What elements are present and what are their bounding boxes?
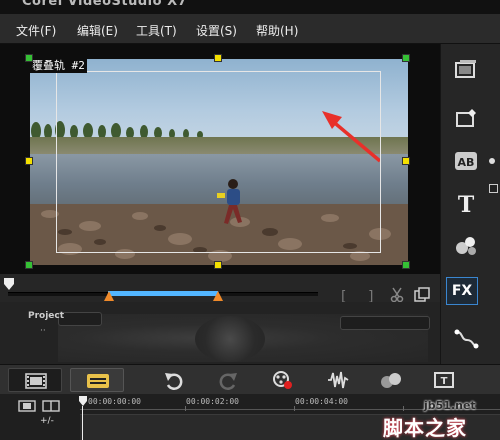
timeline-view-icon bbox=[87, 374, 109, 388]
filter-icon[interactable]: FX bbox=[446, 277, 478, 305]
svg-text:AB: AB bbox=[458, 156, 475, 169]
resize-handle-bottom-left[interactable] bbox=[25, 261, 33, 269]
media-icon[interactable] bbox=[453, 58, 479, 84]
window-title: Corel VideoStudio X7 bbox=[22, 0, 188, 9]
timecode-1: 00:00:02:00 bbox=[186, 397, 239, 406]
resize-handle-top-right[interactable] bbox=[402, 54, 410, 62]
menu-tools[interactable]: 工具(T) bbox=[136, 22, 177, 39]
playhead-marker[interactable] bbox=[79, 396, 87, 406]
resize-handle-bottom[interactable] bbox=[214, 261, 222, 269]
graphic-icon[interactable] bbox=[453, 232, 479, 258]
resize-handle-top[interactable] bbox=[214, 54, 222, 62]
undo-icon[interactable] bbox=[163, 370, 185, 390]
trim-start-marker[interactable] bbox=[104, 291, 114, 301]
menu-edit[interactable]: 编辑(E) bbox=[77, 22, 118, 39]
resize-handle-right[interactable] bbox=[402, 157, 410, 165]
project-selector[interactable] bbox=[58, 312, 102, 326]
watermark-site: jb51.net bbox=[424, 399, 476, 412]
path-icon[interactable] bbox=[453, 326, 479, 352]
trim-range[interactable] bbox=[108, 291, 218, 296]
menu-settings[interactable]: 设置(S) bbox=[196, 22, 237, 39]
svg-text:T: T bbox=[458, 192, 475, 217]
overlay-bounding-box[interactable] bbox=[56, 71, 381, 253]
ruler-tick bbox=[294, 406, 295, 411]
record-capture-icon[interactable] bbox=[272, 370, 294, 390]
panel-indicator-dot bbox=[489, 158, 495, 164]
timecode-field[interactable] bbox=[340, 316, 430, 330]
split-clip-scissors-icon[interactable] bbox=[390, 287, 404, 303]
instant-project-icon[interactable] bbox=[453, 106, 479, 132]
reel-graphic bbox=[195, 316, 265, 362]
menu-help[interactable]: 帮助(H) bbox=[256, 22, 298, 39]
ruler-tick bbox=[185, 406, 186, 411]
preview-video[interactable]: 覆叠轨 #2 bbox=[30, 59, 408, 265]
video-editor-window: Corel VideoStudio X7 文件(F) 编辑(E) 工具(T) 设… bbox=[0, 0, 500, 440]
track-manager-icon[interactable] bbox=[18, 400, 36, 412]
trim-scrubber bbox=[0, 274, 440, 302]
resize-handle-bottom-right[interactable] bbox=[402, 261, 410, 269]
timeline-view-button[interactable] bbox=[70, 368, 124, 392]
menu-bar: 文件(F) 编辑(E) 工具(T) 设置(S) 帮助(H) bbox=[0, 14, 500, 44]
timecode-0: 00:00:00:00 bbox=[88, 397, 141, 406]
zoom-toggle[interactable]: +/- bbox=[40, 416, 54, 426]
redo-icon[interactable] bbox=[217, 370, 239, 390]
menu-file[interactable]: 文件(F) bbox=[16, 22, 56, 39]
timeline-toolbar: T bbox=[0, 364, 500, 394]
resize-handle-left[interactable] bbox=[25, 157, 33, 165]
storyboard-view-icon bbox=[25, 373, 47, 389]
title-bar: Corel VideoStudio X7 bbox=[0, 0, 500, 14]
library-panel-toolbar: AB T bbox=[440, 44, 500, 364]
ruler-tick bbox=[403, 406, 404, 411]
auto-music-icon[interactable] bbox=[380, 370, 402, 390]
resize-handle-top-left[interactable] bbox=[25, 54, 33, 62]
playback-panel bbox=[0, 302, 440, 364]
playhead-line bbox=[82, 406, 83, 440]
chapter-point-icon[interactable] bbox=[42, 400, 60, 412]
sound-mixer-icon[interactable] bbox=[327, 370, 349, 390]
storyboard-view-button[interactable] bbox=[8, 368, 62, 392]
transition-icon[interactable]: AB bbox=[453, 148, 479, 174]
panel-checkbox[interactable] bbox=[489, 184, 498, 193]
trim-end-marker[interactable] bbox=[213, 291, 223, 301]
subtitle-icon[interactable]: T bbox=[433, 370, 455, 390]
clip-label[interactable]: ·· bbox=[40, 326, 46, 336]
project-label[interactable]: Project bbox=[28, 311, 64, 321]
timecode-2: 00:00:04:00 bbox=[295, 397, 348, 406]
watermark-brand: 脚本之家 bbox=[383, 416, 467, 440]
title-icon[interactable]: T bbox=[453, 191, 479, 218]
enlarge-preview-icon[interactable] bbox=[414, 287, 430, 303]
scrubber-knob[interactable] bbox=[4, 278, 14, 290]
svg-text:T: T bbox=[441, 376, 448, 387]
overlay-track-label: 覆叠轨 #2 bbox=[30, 59, 87, 73]
